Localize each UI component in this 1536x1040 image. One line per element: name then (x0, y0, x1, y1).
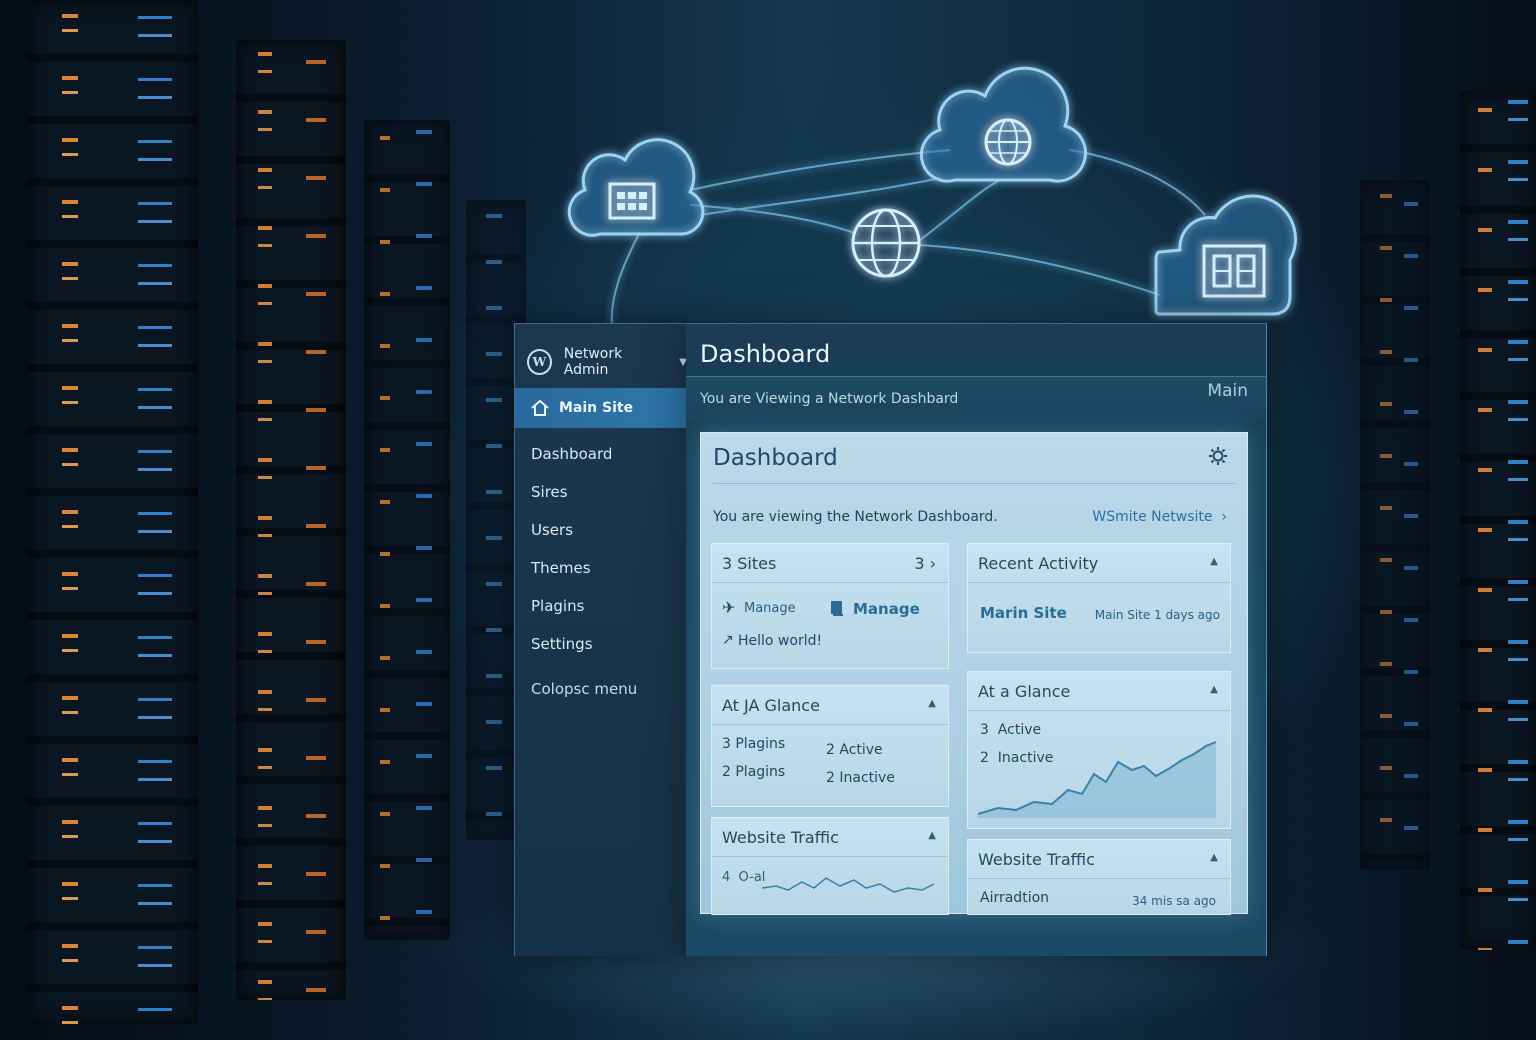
book-icon (831, 601, 843, 616)
pin-icon: ✈ (722, 598, 736, 617)
at-a-glance-panel: At a Glance ▲ 3 Active 2 Inactive (967, 671, 1231, 829)
globe-icon (851, 208, 921, 278)
sidebar-item-plugins[interactable]: Plagins (531, 590, 681, 628)
panel-cloud-icon (1154, 194, 1297, 316)
sites-count: 3 (914, 554, 925, 573)
recent-activity-panel: Recent Activity ▲ Marin Site Main Site 1… (967, 543, 1231, 653)
post-link[interactable]: Hello world! (738, 633, 822, 649)
collapse-arrow-icon[interactable]: ▲ (1210, 852, 1218, 863)
viewing-notice: You are Viewing a Network Dashbard (700, 391, 959, 407)
sidebar-item-dashboard[interactable]: Dashboard (531, 438, 681, 476)
activity-site-link[interactable]: Marin Site (980, 604, 1067, 622)
sidebar-item-users[interactable]: Users (531, 514, 681, 552)
panel-header: 3 Sites 3 › (712, 544, 948, 583)
sites-panel: 3 Sites 3 › ✈ Manage Manage ↗ Hello worl… (711, 543, 949, 669)
network-site-link[interactable]: WSmite Netwsite › (1092, 509, 1227, 525)
manage-link[interactable]: Manage (744, 601, 796, 616)
glance-stat: 2 Plagins (722, 764, 786, 780)
page-title: Dashboard (700, 340, 831, 368)
chevron-right-icon: › (924, 554, 936, 573)
sidebar-menu: Dashboard Sires Users Themes Plagins Set… (531, 438, 681, 666)
collapse-menu-button[interactable]: Colopsc menu (531, 680, 637, 698)
website-traffic-panel: Website Traffic ▲ Airradtion 34 mis sa a… (967, 839, 1231, 915)
collapse-arrow-icon[interactable]: ▲ (928, 698, 936, 709)
traffic-time: 34 mis sa ago (1132, 894, 1216, 908)
collapse-arrow-icon[interactable]: ▲ (1210, 556, 1218, 567)
manage-button[interactable]: Manage (853, 600, 920, 618)
panel-title: Website Traffic (722, 828, 839, 847)
network-site-link-label: WSmite Netwsite (1092, 509, 1213, 525)
panel-title: At JA Glance (722, 696, 820, 715)
network-admin-menu[interactable]: W Network Admin ▼ (515, 338, 687, 386)
traffic-sparkline (762, 877, 935, 893)
chevron-right-icon: › (1216, 509, 1227, 525)
glance-stat: 2 Inactive (826, 770, 895, 786)
collapse-arrow-icon[interactable]: ▲ (928, 830, 936, 841)
admin-window: W Network Admin ▼ Main Site Dashboard Si… (514, 323, 1267, 956)
site-switcher[interactable]: Main (1207, 381, 1248, 401)
activity-sparkline (977, 741, 1217, 818)
traffic-label: Airradtion (980, 890, 1050, 906)
at-a-glance-panel: At JA Glance ▲ 3 Plagins 2 Plagins 2 Act… (711, 685, 949, 807)
sidebar-item-sites[interactable]: Sires (531, 476, 681, 514)
divider (713, 483, 1235, 484)
home-icon (531, 400, 549, 416)
glance-stat: 2 Active (826, 742, 883, 758)
panel-header: Website Traffic ▲ (968, 840, 1230, 879)
card-description: You are viewing the Network Dashboard. (713, 509, 998, 525)
sidebar: W Network Admin ▼ Main Site Dashboard Si… (514, 323, 697, 956)
panel-title: At a Glance (978, 682, 1071, 701)
panel-header: Website Traffic ▲ (712, 818, 948, 857)
collapse-arrow-icon[interactable]: ▲ (1210, 684, 1218, 695)
gear-icon[interactable] (1209, 447, 1227, 465)
sites-count-link[interactable]: 3 › (914, 554, 936, 573)
wordpress-logo-icon: W (527, 349, 552, 375)
panel-header: Recent Activity ▲ (968, 544, 1230, 583)
dashboard-card: Dashboard You are viewing the Network Da… (700, 432, 1248, 915)
panel-title: Recent Activity (978, 554, 1099, 573)
sidebar-item-settings[interactable]: Settings (531, 628, 681, 666)
network-admin-label: Network Admin (563, 346, 623, 378)
panel-header: At a Glance ▲ (968, 672, 1230, 711)
card-title: Dashboard (713, 445, 838, 471)
post-icon: ↗ (722, 632, 734, 648)
panel-header: At JA Glance ▲ (712, 686, 948, 725)
globe-cloud-icon (919, 66, 1087, 183)
panel-title: Website Traffic (978, 850, 1095, 869)
sidebar-item-main-site[interactable]: Main Site (515, 388, 697, 428)
website-traffic-panel: Website Traffic ▲ 4 O-al (711, 817, 949, 915)
panel-title: 3 Sites (722, 554, 777, 573)
sidebar-item-themes[interactable]: Themes (531, 552, 681, 590)
sidebar-item-label: Main Site (559, 400, 634, 416)
glance-stat: 3 Plagins (722, 736, 786, 752)
main-content: Dashboard You are Viewing a Network Dash… (686, 323, 1267, 956)
activity-meta: Main Site 1 days ago (1094, 608, 1220, 622)
grid-cloud-icon (567, 138, 705, 237)
breadcrumb: You are Viewing a Network Dashbard Main (686, 376, 1266, 421)
traffic-value: 4 O-al (722, 870, 766, 885)
